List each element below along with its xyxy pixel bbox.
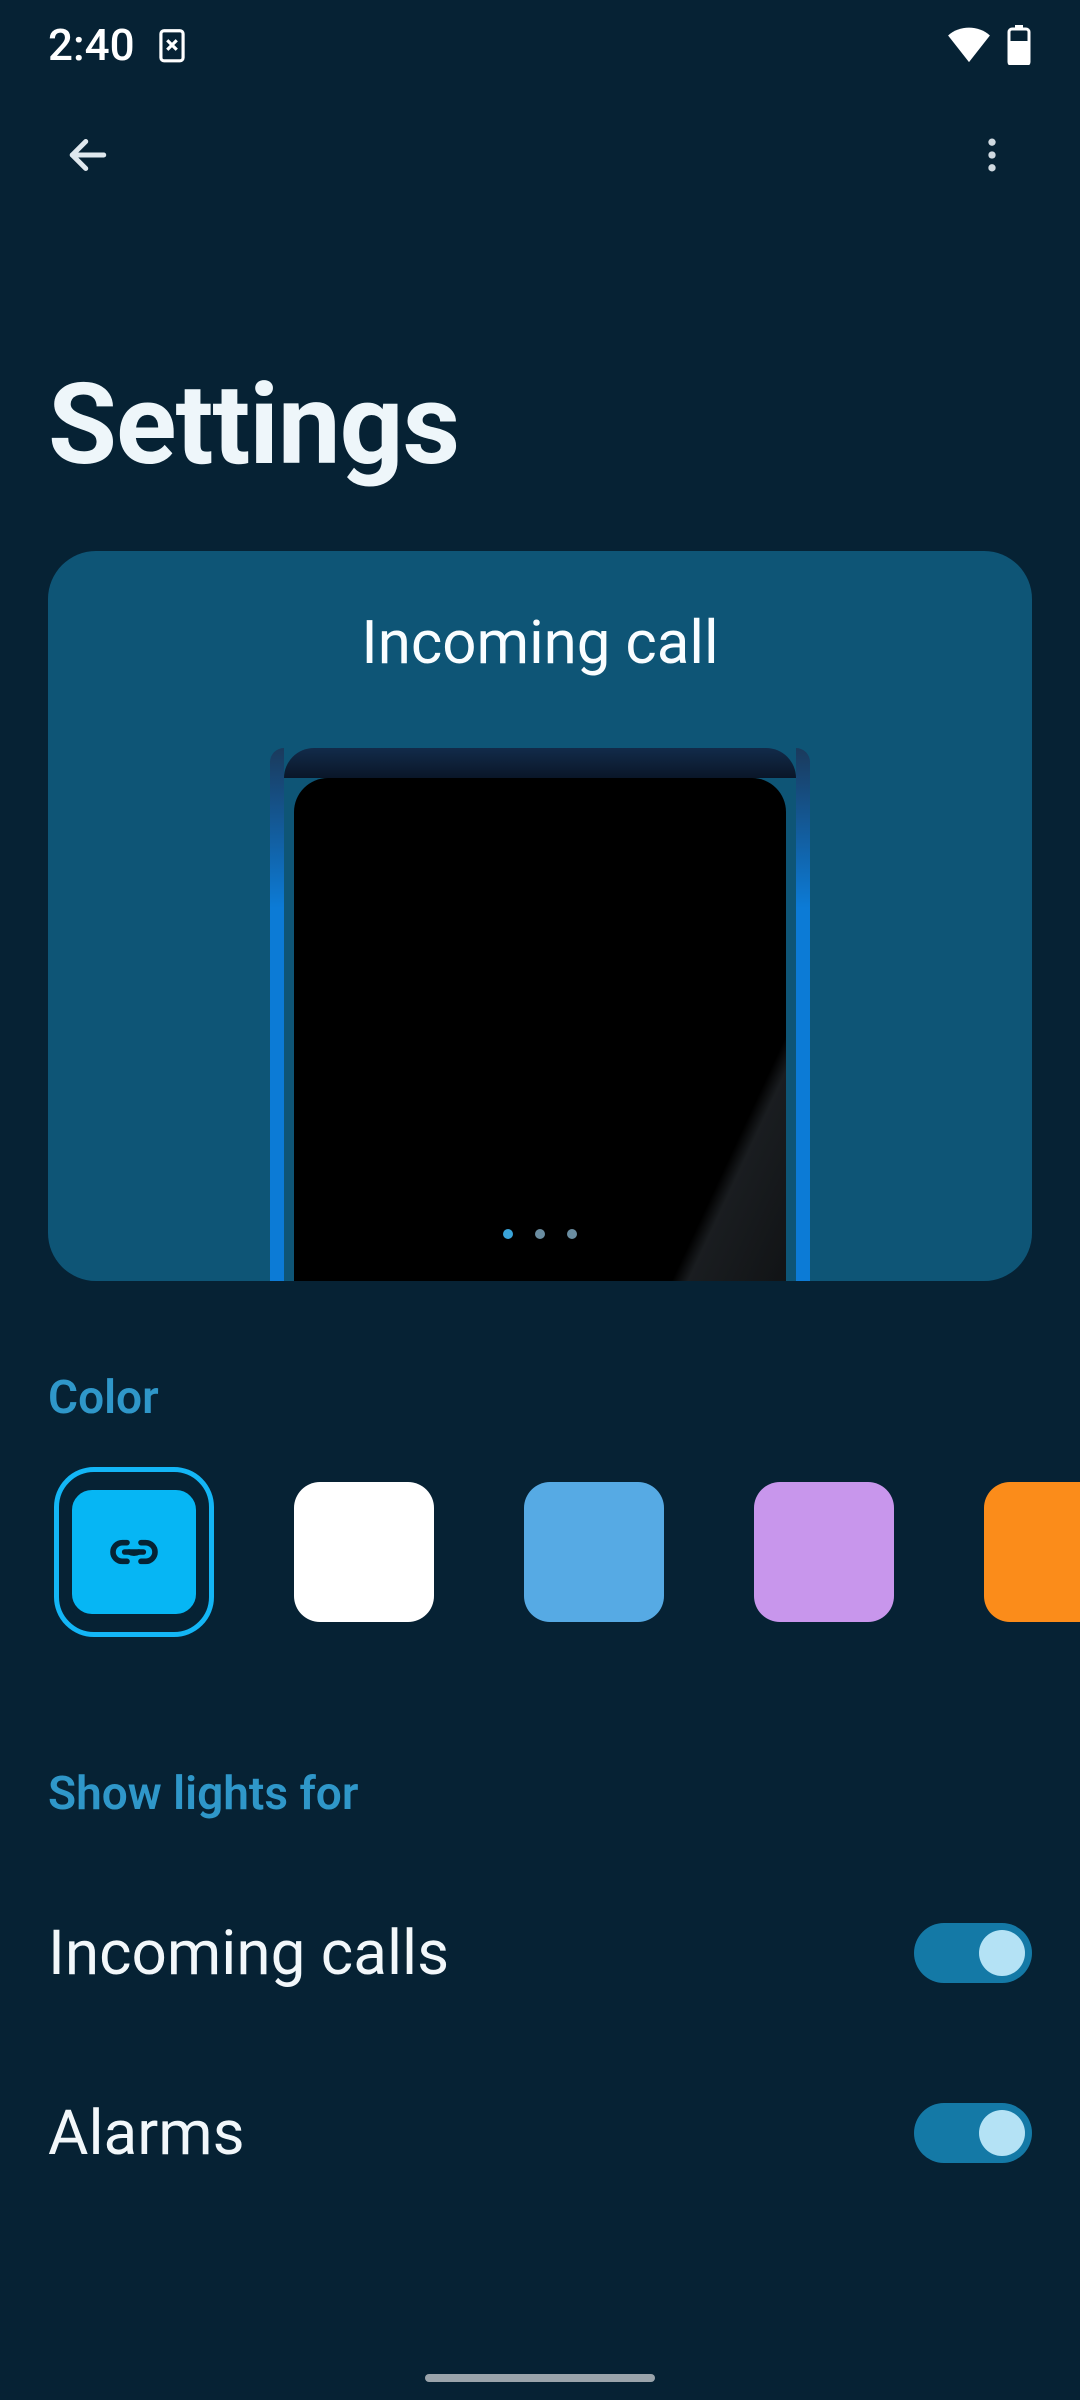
setting-label: Incoming calls — [48, 1917, 449, 1990]
preview-title: Incoming call — [361, 607, 718, 678]
page-dot — [567, 1229, 577, 1239]
back-button[interactable] — [48, 115, 128, 195]
app-bar — [0, 90, 1080, 220]
more-vert-icon — [970, 133, 1014, 177]
status-time: 2:40 — [48, 19, 135, 71]
color-swatch-purple[interactable] — [744, 1467, 904, 1637]
link-icon — [106, 1524, 162, 1580]
arrow-left-icon — [61, 128, 115, 182]
more-options-button[interactable] — [952, 115, 1032, 195]
page-dot — [503, 1229, 513, 1239]
toggle-alarms[interactable] — [914, 2103, 1032, 2163]
battery-saver-off-icon — [153, 26, 191, 64]
color-swatch-white[interactable] — [284, 1467, 444, 1637]
setting-row-alarms[interactable]: Alarms — [0, 2043, 1080, 2223]
color-swatch-blue[interactable] — [514, 1467, 674, 1637]
color-swatch-orange[interactable] — [974, 1467, 1080, 1637]
color-swatch-linked[interactable] — [54, 1467, 214, 1637]
battery-icon — [1006, 25, 1032, 65]
toggle-incoming-calls[interactable] — [914, 1923, 1032, 1983]
setting-label: Alarms — [48, 2097, 245, 2170]
toggle-knob — [979, 2110, 1025, 2156]
page-title: Settings — [0, 220, 1080, 551]
page-dot — [535, 1229, 545, 1239]
status-left: 2:40 — [48, 19, 191, 71]
status-right — [946, 25, 1032, 65]
phone-preview — [270, 748, 810, 1281]
color-swatch-row[interactable] — [0, 1467, 1080, 1637]
page-indicator — [503, 1229, 577, 1239]
toggle-knob — [979, 1930, 1025, 1976]
setting-row-incoming-calls[interactable]: Incoming calls — [0, 1863, 1080, 2043]
preview-card[interactable]: Incoming call — [48, 551, 1032, 1281]
status-bar: 2:40 — [0, 0, 1080, 90]
section-header-show-lights: Show lights for — [0, 1637, 1080, 1863]
navigation-handle[interactable] — [425, 2374, 655, 2382]
wifi-icon — [946, 26, 992, 64]
section-header-color: Color — [0, 1281, 1080, 1467]
